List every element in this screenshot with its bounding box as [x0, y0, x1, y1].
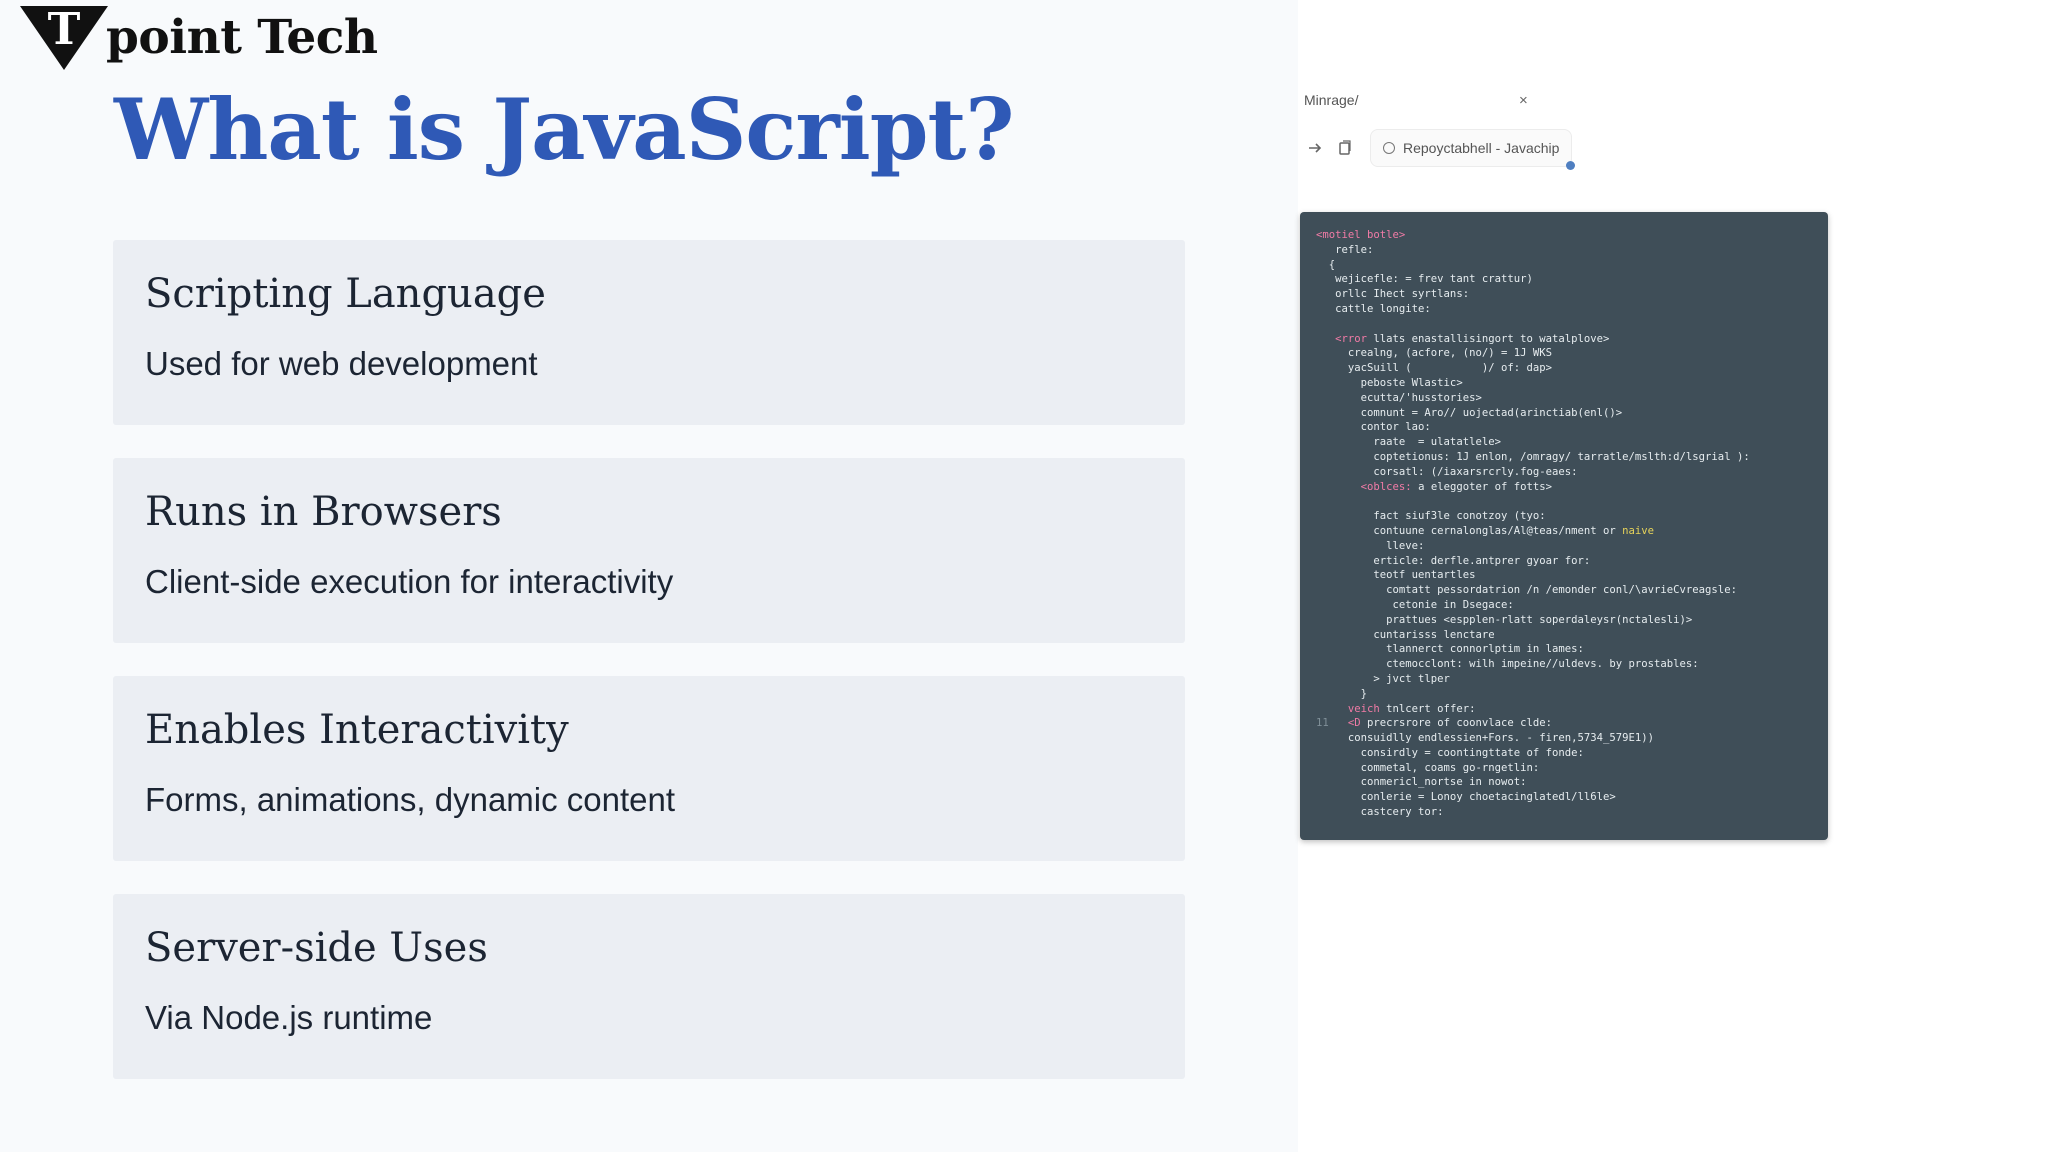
- card-title: Runs in Browsers: [145, 489, 502, 535]
- code-line: cetonie in Dsegace:: [1316, 598, 1514, 611]
- code-line: ctemocclont: wilh impeine//uldevs. by pr…: [1316, 658, 1699, 671]
- code-line: {: [1316, 258, 1336, 271]
- code-line: peboste Wlastic>: [1316, 376, 1463, 389]
- code-line: tlannerct connorlptim in lames:: [1316, 643, 1584, 656]
- page-title: What is JavaScript?: [114, 80, 1014, 179]
- code-line: corsatl: (/iaxarsrcrly.fog-eaes:: [1316, 465, 1578, 478]
- code-line: conlerie = Lonoy choetacinglatedl/ll6le>: [1316, 791, 1616, 804]
- code-line: consuidlly endlessien+Fors. - firen,5734…: [1316, 732, 1655, 745]
- address-bar[interactable]: Repoyctabhell - Javachip: [1370, 129, 1576, 170]
- card-description: Via Node.js runtime: [145, 999, 433, 1036]
- code-line: refle:: [1316, 243, 1374, 256]
- card-description: Client-side execution for interactivity: [145, 563, 674, 600]
- code-line: teotf uentartles: [1316, 569, 1476, 582]
- card-runs-in-browsers: Runs in Browsers Client-side execution f…: [113, 458, 1185, 643]
- code-keyword: veich: [1347, 702, 1380, 715]
- logo: T point Tech: [18, 2, 378, 72]
- copy-icon[interactable]: [1330, 140, 1360, 156]
- browser-mockup: Minrage/ × Repoyctabhell - Javachip: [1300, 86, 1860, 170]
- code-block: <motiel botle> refle: { wejicefle: = fre…: [1300, 212, 1828, 836]
- code-line: comtatt pessordatrion /n /emonder conl/\…: [1316, 584, 1737, 597]
- code-line: conmericl_nortse in nowot:: [1316, 776, 1527, 789]
- code-line: tnlcert offer:: [1379, 702, 1476, 715]
- code-panel: <motiel botle> refle: { wejicefle: = fre…: [1300, 212, 1828, 840]
- card-enables-interactivity: Enables Interactivity Forms, animations,…: [113, 676, 1185, 861]
- code-line: contuune cernalonglas/Al@teas/nment or: [1316, 524, 1623, 537]
- logo-mark: T: [18, 2, 110, 72]
- code-keyword: <oblces:: [1360, 480, 1412, 493]
- close-icon[interactable]: ×: [1519, 92, 1528, 109]
- code-line: castcery tor:: [1316, 806, 1444, 819]
- code-line: coptetionus: 1J enlon, /omragy/ tarratle…: [1316, 450, 1750, 463]
- code-line: cuntarisss lenctare: [1316, 628, 1495, 641]
- code-line: a eleggoter of fotts>: [1411, 480, 1553, 493]
- code-line: llats enastallisingort to watalplove>: [1367, 332, 1610, 345]
- card-description: Used for web development: [145, 345, 538, 382]
- logo-text: point Tech: [106, 9, 378, 65]
- code-line: commetal, coams go-rngetlin:: [1316, 761, 1540, 774]
- code-line: precrsrore of coonvlace clde:: [1360, 717, 1553, 730]
- code-line: raate = ulatatlele>: [1316, 436, 1501, 449]
- card-title: Enables Interactivity: [145, 707, 569, 753]
- code-keyword: <rror: [1335, 332, 1368, 345]
- code-line: ecutta/'husstories>: [1316, 391, 1482, 404]
- code-line: cattle longite:: [1316, 302, 1431, 315]
- code-line: lleve:: [1316, 539, 1425, 552]
- arrow-right-icon[interactable]: [1300, 140, 1330, 156]
- logo-letter: T: [48, 4, 81, 55]
- code-line: }: [1316, 687, 1368, 700]
- code-line: comnunt = Aro// uojectad(arinctiab(enl()…: [1316, 406, 1623, 419]
- code-keyword: <D: [1347, 717, 1361, 730]
- browser-tab[interactable]: Minrage/ ×: [1300, 86, 1860, 114]
- site-info-icon[interactable]: [1383, 142, 1395, 154]
- card-list: Scripting Language Used for web developm…: [113, 240, 1185, 1112]
- card-title: Scripting Language: [145, 271, 546, 317]
- address-text: Repoyctabhell - Javachip: [1403, 140, 1560, 156]
- code-line: > jvct tlper: [1316, 672, 1450, 685]
- code-line: yacSuill ( )/ of: dap>: [1316, 362, 1552, 375]
- code-line: consirdly = coontingttate of fonde:: [1316, 746, 1584, 759]
- card-title: Server-side Uses: [145, 925, 488, 971]
- code-line: prattues <espplen-rlatt soperdaleysr(nct…: [1316, 613, 1693, 626]
- tab-label: Minrage/: [1304, 92, 1359, 108]
- code-line: <motiel botle>: [1316, 229, 1406, 241]
- code-highlight: naive: [1622, 524, 1655, 537]
- address-row: Repoyctabhell - Javachip: [1300, 128, 1860, 170]
- code-line: contor lao:: [1316, 421, 1431, 434]
- code-line: wejicefle: = frev tant crattur): [1316, 273, 1533, 286]
- code-line: fact siuf3le conotzoy (tyo:: [1316, 510, 1546, 523]
- code-line: orllc Ihect syrtlans:: [1316, 288, 1470, 301]
- code-gutter: 11: [1316, 717, 1329, 730]
- card-description: Forms, animations, dynamic content: [145, 781, 676, 818]
- card-server-side-uses: Server-side Uses Via Node.js runtime: [113, 894, 1185, 1079]
- code-line: crealng, (acfore, (no/) = 1J WKS: [1316, 347, 1552, 360]
- card-scripting-language: Scripting Language Used for web developm…: [113, 240, 1185, 425]
- code-line: erticle: derfle.antprer gyoar for:: [1316, 554, 1591, 567]
